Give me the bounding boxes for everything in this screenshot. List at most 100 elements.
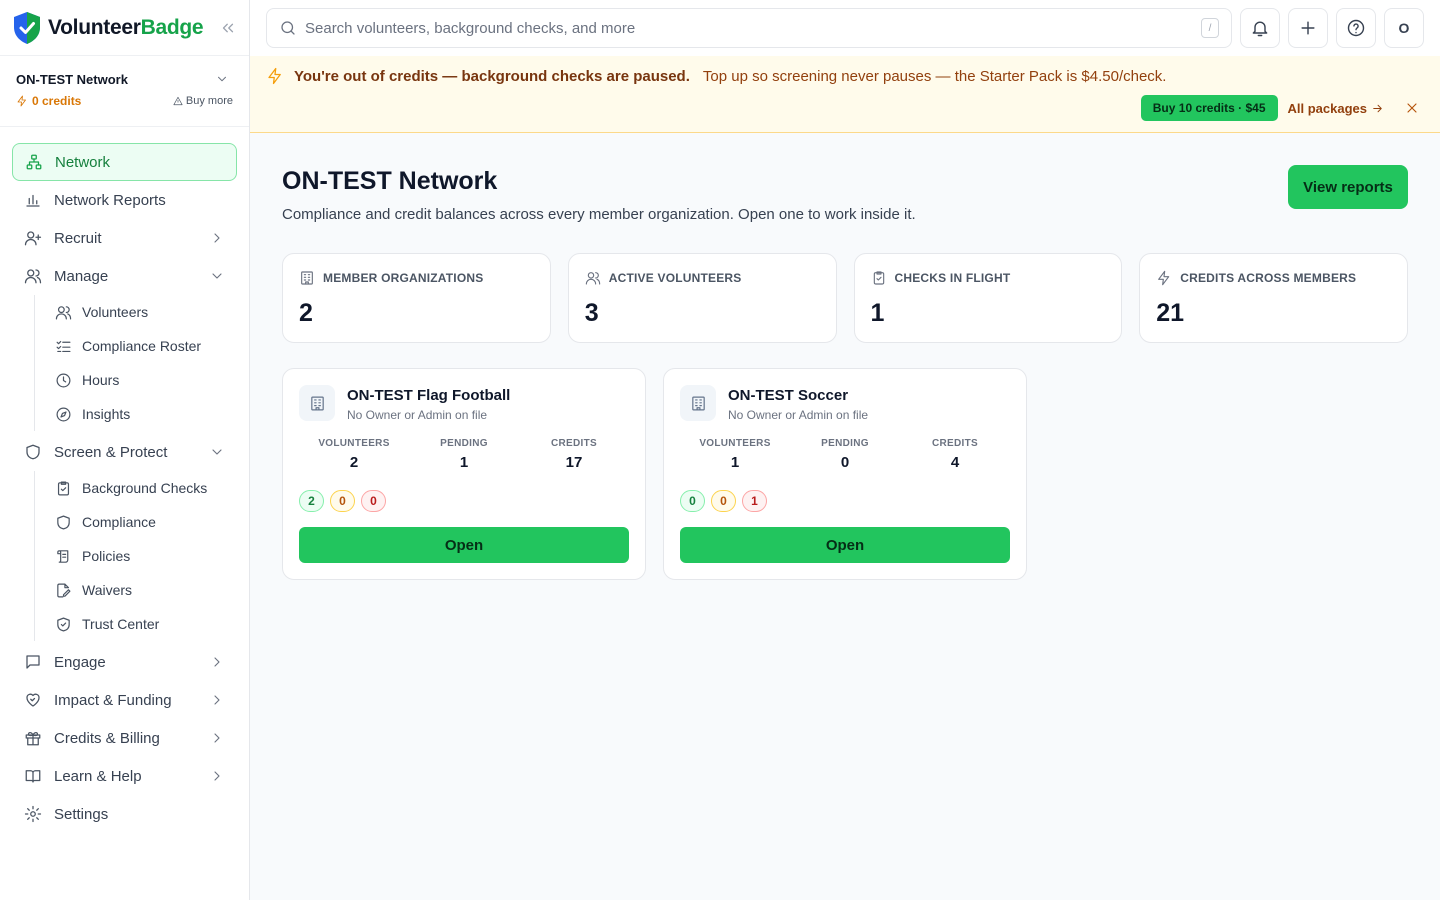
sidebar-nav: Network Network Reports Recruit Manage V…	[0, 127, 249, 849]
lightning-icon	[268, 67, 281, 85]
scroll-icon	[57, 549, 69, 563]
shield-check-logo-icon	[14, 11, 40, 44]
sidebar-item-network[interactable]: Network	[12, 143, 237, 181]
org-card: ON-TEST Soccer No Owner or Admin on file…	[663, 368, 1027, 580]
sidebar-item-policies[interactable]: Policies	[55, 539, 237, 573]
lightning-icon	[1158, 270, 1170, 286]
users-icon	[55, 305, 72, 319]
sidebar-item-settings[interactable]: Settings	[12, 795, 237, 833]
clipboard-check-icon	[873, 271, 884, 285]
banner-title: You're out of credits — background check…	[294, 67, 690, 85]
sidebar-item-credits-billing[interactable]: Credits & Billing	[12, 719, 237, 757]
status-badges: 0 0 1	[680, 490, 1010, 512]
all-packages-link[interactable]: All packages	[1288, 101, 1385, 116]
out-of-credits-banner: You're out of credits — background check…	[250, 56, 1440, 133]
page-subtitle: Compliance and credit balances across ev…	[282, 206, 916, 223]
chevron-right-icon	[214, 233, 220, 243]
sidebar-item-learn-help[interactable]: Learn & Help	[12, 757, 237, 795]
sidebar-item-hours[interactable]: Hours	[55, 363, 237, 397]
gear-icon	[24, 805, 42, 823]
open-org-button[interactable]: Open	[680, 527, 1010, 563]
shield-icon	[57, 515, 70, 529]
chevron-down-icon	[212, 449, 222, 455]
status-badges: 2 0 0	[299, 490, 629, 512]
help-button[interactable]	[1336, 8, 1376, 48]
org-card: ON-TEST Flag Football No Owner or Admin …	[282, 368, 646, 580]
status-badge-clear: 0	[680, 490, 705, 512]
chevron-down-icon[interactable]	[215, 72, 229, 86]
view-reports-button[interactable]: View reports	[1288, 165, 1408, 209]
page-title: ON-TEST Network	[282, 167, 498, 195]
building-icon	[301, 271, 313, 285]
clipboard-check-icon	[57, 481, 70, 495]
org-stat-pending: PENDING 1	[440, 438, 488, 471]
user-plus-icon	[24, 231, 42, 246]
org-owner-status: No Owner or Admin on file	[347, 408, 488, 422]
org-switcher[interactable]: ON-TEST Network 0 credits Buy more	[0, 56, 249, 127]
status-badge-pending: 0	[330, 490, 355, 512]
sidebar-item-insights[interactable]: Insights	[55, 397, 237, 431]
sidebar-item-volunteers[interactable]: Volunteers	[55, 295, 237, 329]
screen-submenu: Background Checks Compliance Policies Wa…	[34, 471, 237, 641]
close-icon[interactable]	[1404, 100, 1420, 116]
stats-row: MEMBER ORGANIZATIONS 2 ACTIVE VOLUNTEERS…	[282, 253, 1408, 343]
book-open-icon	[25, 770, 41, 783]
sidebar-item-trust-center[interactable]: Trust Center	[55, 607, 237, 641]
buy-more-link[interactable]: Buy more	[173, 95, 233, 107]
shield-icon	[26, 444, 40, 460]
sidebar-item-compliance[interactable]: Compliance	[55, 505, 237, 539]
user-avatar-button[interactable]: O	[1384, 8, 1424, 48]
top-bar: / O	[250, 0, 1440, 56]
buy-credits-button[interactable]: Buy 10 credits · $45	[1140, 95, 1278, 121]
file-signature-icon	[57, 583, 71, 597]
sidebar-item-compliance-roster[interactable]: Compliance Roster	[55, 329, 237, 363]
message-square-icon	[26, 655, 40, 669]
sidebar-item-waivers[interactable]: Waivers	[55, 573, 237, 607]
status-badge-clear: 2	[299, 490, 324, 512]
open-org-button[interactable]: Open	[299, 527, 629, 563]
main-content: ON-TEST Network Compliance and credit ba…	[282, 165, 1408, 580]
org-stat-credits: CREDITS 4	[932, 438, 978, 471]
network-icon	[26, 154, 42, 170]
stat-card-checks-in-flight: CHECKS IN FLIGHT 1	[853, 253, 1123, 343]
sidebar-item-recruit[interactable]: Recruit	[12, 219, 237, 257]
org-name: ON-TEST Soccer	[728, 387, 849, 404]
status-badge-flagged: 1	[742, 490, 767, 512]
sidebar-item-engage[interactable]: Engage	[12, 643, 237, 681]
status-badge-pending: 0	[711, 490, 736, 512]
brand-name: VolunteerBadge	[48, 15, 204, 39]
search-icon	[281, 21, 295, 35]
users-icon	[24, 269, 42, 284]
chevron-down-icon	[212, 273, 222, 279]
org-stat-volunteers: VOLUNTEERS 1	[699, 438, 771, 471]
clock-icon	[56, 373, 71, 387]
org-stat-pending: PENDING 0	[821, 438, 869, 471]
create-button[interactable]	[1288, 8, 1328, 48]
sidebar-item-screen-protect[interactable]: Screen & Protect	[12, 433, 237, 471]
chevron-right-icon	[214, 657, 220, 667]
warning-triangle-icon	[173, 96, 183, 106]
org-name: ON-TEST Flag Football	[347, 387, 511, 404]
lightning-icon	[17, 95, 26, 107]
gift-icon	[25, 732, 41, 746]
credits-balance: 0 credits	[16, 94, 81, 108]
chevron-right-icon	[214, 695, 220, 705]
notifications-button[interactable]	[1240, 8, 1280, 48]
search-input[interactable]	[305, 19, 1193, 37]
compass-icon	[56, 407, 71, 421]
stat-card-active-volunteers: ACTIVE VOLUNTEERS 3	[567, 253, 837, 343]
building-icon	[299, 385, 335, 421]
plus-icon	[1301, 21, 1315, 35]
org-stat-credits: CREDITS 17	[551, 438, 597, 471]
status-badge-flagged: 0	[361, 490, 386, 512]
sidebar-item-impact-funding[interactable]: Impact & Funding	[12, 681, 237, 719]
search-bar[interactable]: /	[266, 8, 1232, 48]
brand: VolunteerBadge	[0, 0, 249, 56]
sidebar-item-network-reports[interactable]: Network Reports	[12, 181, 237, 219]
bar-chart-icon	[26, 194, 40, 207]
sidebar-item-background-checks[interactable]: Background Checks	[55, 471, 237, 505]
bell-icon	[1252, 21, 1268, 37]
search-shortcut-hint: /	[1201, 18, 1219, 38]
sidebar-item-manage[interactable]: Manage	[12, 257, 237, 295]
collapse-sidebar-icon[interactable]	[219, 19, 237, 37]
